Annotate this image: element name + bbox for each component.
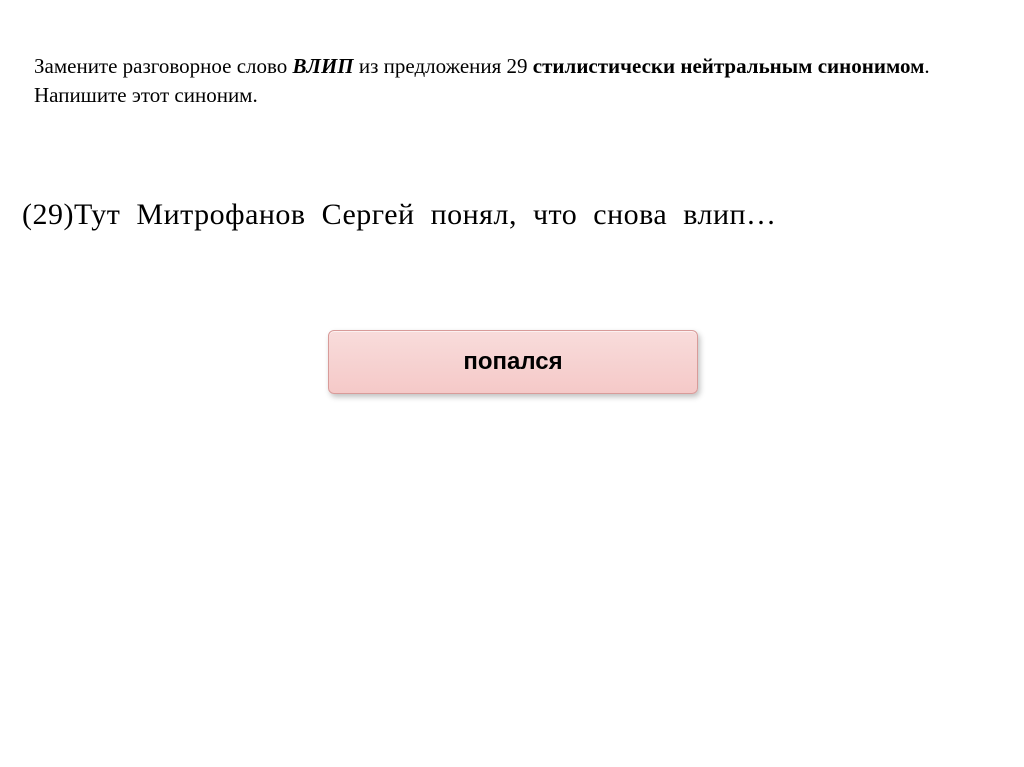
task-prompt: Замените разговорное слово ВЛИП из предл… [34,52,990,111]
task-keyword: ВЛИП [293,54,354,78]
answer-label: попался [463,348,562,376]
example-sentence: (29)Тут Митрофанов Сергей понял, что сно… [22,195,1002,234]
task-mid: из предложения 29 [354,54,533,78]
answer-button[interactable]: попался [328,330,698,394]
task-bold-phrase: стилистически нейтральным синонимом [533,54,925,78]
task-prefix: Замените разговорное слово [34,54,293,78]
